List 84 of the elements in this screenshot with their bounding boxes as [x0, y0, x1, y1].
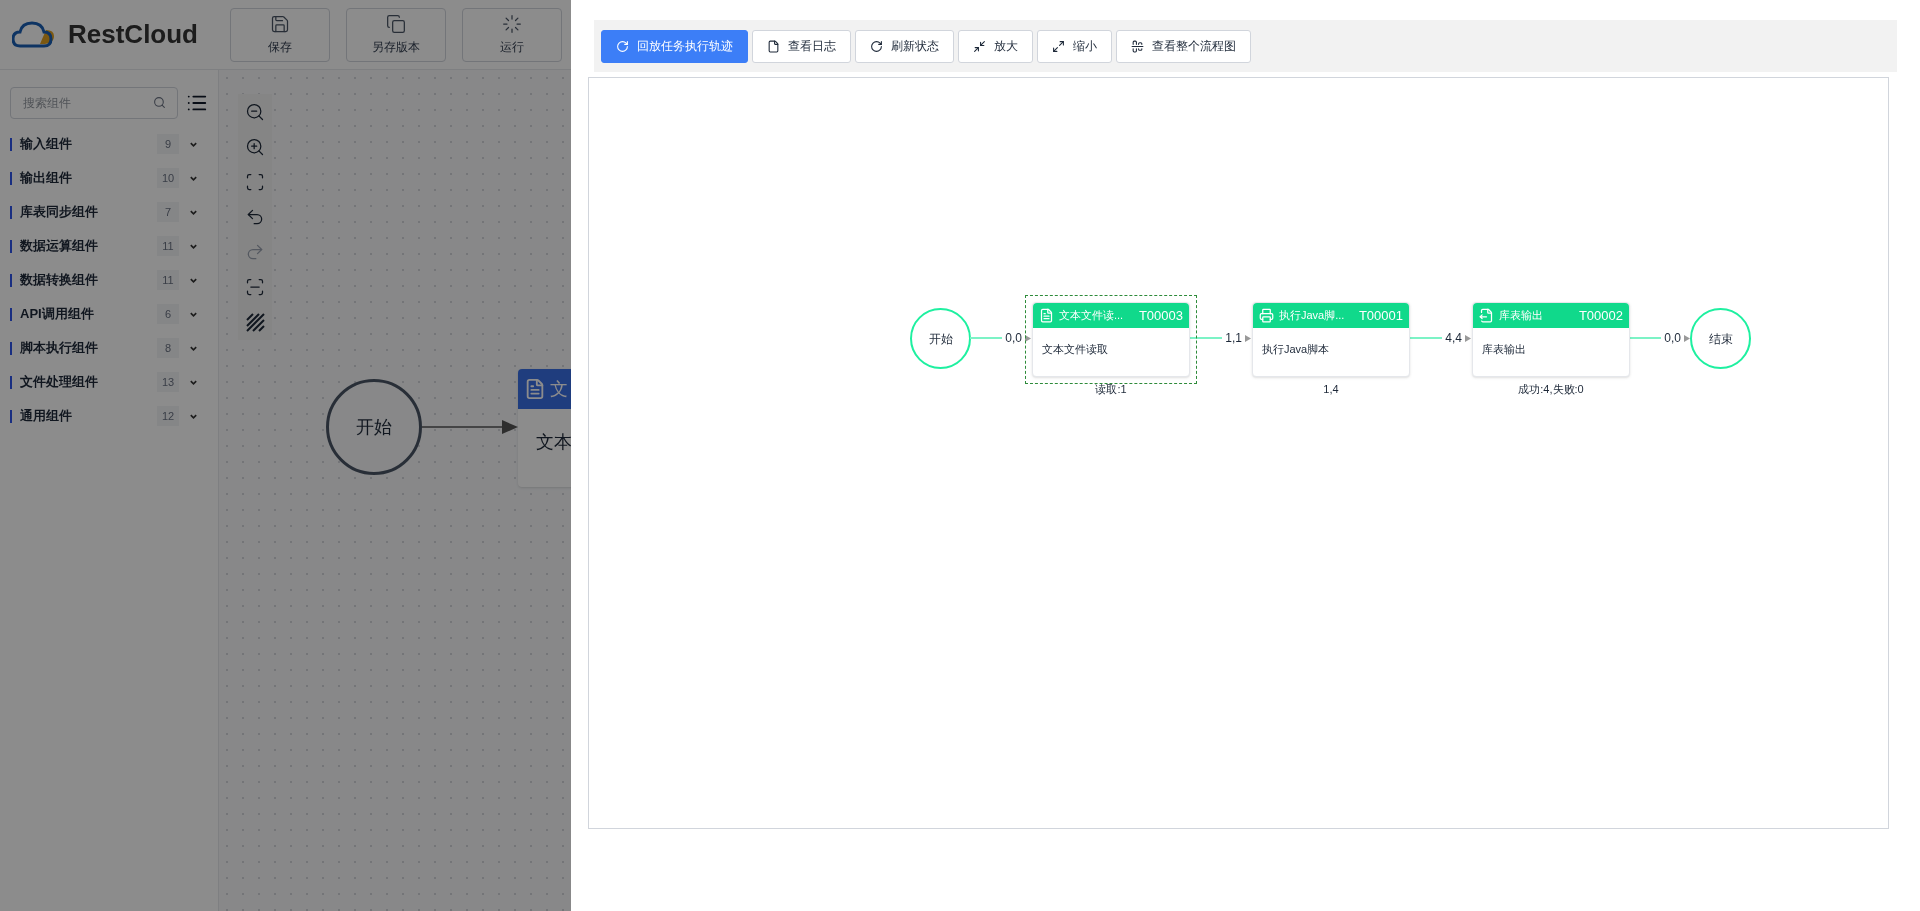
category-label: 数据转换组件: [20, 271, 99, 290]
category-label: 库表同步组件: [20, 203, 99, 222]
category-item[interactable]: 通用组件 12: [0, 399, 218, 433]
count-badge: 7: [157, 202, 179, 222]
node-body: 文本文件读取: [1041, 342, 1109, 357]
node-stat: 1,4: [1323, 382, 1339, 397]
task-node[interactable]: 库表输出 T00002 库表输出: [1465, 295, 1637, 384]
category-label: 脚本执行组件: [20, 339, 99, 358]
task-node[interactable]: 文本文件读... T00003 文本文件读取: [1025, 295, 1197, 384]
edge-label: 0,0: [1663, 330, 1682, 347]
count-badge: 9: [157, 134, 179, 154]
category-label: API调用组件: [20, 305, 95, 324]
count-badge: 11: [157, 236, 179, 256]
edge-label: 1,1: [1224, 330, 1243, 347]
category-label: 输出组件: [20, 169, 73, 188]
toolbar-button[interactable]: 另存版本: [346, 7, 446, 62]
toolbar-button[interactable]: 查看整个流程图: [1116, 29, 1251, 63]
search-field[interactable]: 搜索组件: [10, 87, 178, 119]
node-body: 执行Java脚本: [1261, 342, 1331, 357]
toolbar-button[interactable]: 保存: [230, 7, 330, 62]
save-icon: [270, 13, 290, 34]
node-body: 文本: [535, 431, 573, 454]
category-label: 文件处理组件: [20, 373, 99, 392]
printer-icon: [1259, 308, 1274, 323]
undo-icon[interactable]: [245, 207, 265, 227]
node-code: T00003: [1138, 306, 1183, 325]
toolbar-button[interactable]: 运行: [462, 7, 562, 62]
node-title: 文本文件读...: [1059, 308, 1125, 324]
node-code: T00002: [1578, 306, 1623, 325]
connector-line: [1630, 337, 1662, 339]
end-node: 结束: [1690, 308, 1751, 369]
connector-line: [970, 337, 1003, 339]
frame-icon[interactable]: [245, 277, 265, 297]
count-badge: 13: [157, 372, 179, 392]
node-stat: 成功:4,失败:0: [1518, 382, 1584, 397]
zoom-out-icon[interactable]: [245, 102, 265, 122]
category-item[interactable]: 库表同步组件 7: [0, 195, 218, 229]
refresh-icon: [616, 39, 629, 53]
cloud-logo-icon: [12, 19, 56, 50]
arrows-outward-icon: [1052, 39, 1065, 53]
node-stat: 读取:1: [1095, 382, 1127, 397]
toolbar-button[interactable]: 刷新状态: [855, 29, 954, 63]
hatch-icon[interactable]: [245, 312, 265, 332]
count-badge: 12: [157, 406, 179, 426]
start-node: 开始: [910, 308, 971, 369]
connector-line: [1410, 337, 1443, 339]
task-node[interactable]: 执行Java脚... T00001 执行Java脚本: [1245, 295, 1417, 384]
arrows-inward-icon: [973, 39, 986, 53]
category-label: 数据运算组件: [20, 237, 99, 256]
count-badge: 6: [157, 304, 179, 324]
category-item[interactable]: 数据运算组件 11: [0, 229, 218, 263]
connector-line: [1190, 337, 1223, 339]
node-title: 文: [550, 377, 568, 401]
category-item[interactable]: 输入组件 9: [0, 127, 218, 161]
node-code: T00001: [1358, 306, 1403, 325]
category-item[interactable]: 文件处理组件 13: [0, 365, 218, 399]
file-export-icon: [1479, 308, 1494, 323]
toolbar-button[interactable]: 回放任务执行轨迹: [601, 29, 748, 63]
start-node: 开始: [326, 379, 422, 475]
document-icon: [1039, 308, 1054, 323]
category-item[interactable]: 输出组件 10: [0, 161, 218, 195]
toolbar-button[interactable]: 查看日志: [752, 29, 851, 63]
category-label: 通用组件: [20, 407, 73, 426]
copy-icon: [386, 13, 406, 34]
edge-label: 0,0: [1004, 330, 1023, 347]
refresh-icon: [870, 39, 883, 53]
category-item[interactable]: 数据转换组件 11: [0, 263, 218, 297]
category-item[interactable]: API调用组件 6: [0, 297, 218, 331]
document-icon: [767, 39, 780, 53]
category-item[interactable]: 脚本执行组件 8: [0, 331, 218, 365]
search-icon: [153, 96, 166, 109]
count-badge: 8: [157, 338, 179, 358]
node-title: 库表输出: [1499, 308, 1544, 324]
document-icon: [524, 378, 546, 400]
node-title: 执行Java脚...: [1279, 308, 1346, 324]
toolbar-button[interactable]: 放大: [958, 29, 1033, 63]
app-logo-text: RestCloud: [68, 18, 198, 51]
edge-label: 4,4: [1444, 330, 1463, 347]
toolbar-button[interactable]: 缩小: [1037, 29, 1112, 63]
category-label: 输入组件: [20, 135, 73, 154]
count-badge: 11: [157, 270, 179, 290]
count-badge: 10: [157, 168, 179, 188]
node-body: 库表输出: [1481, 342, 1527, 357]
zoom-in-icon[interactable]: [245, 137, 265, 157]
